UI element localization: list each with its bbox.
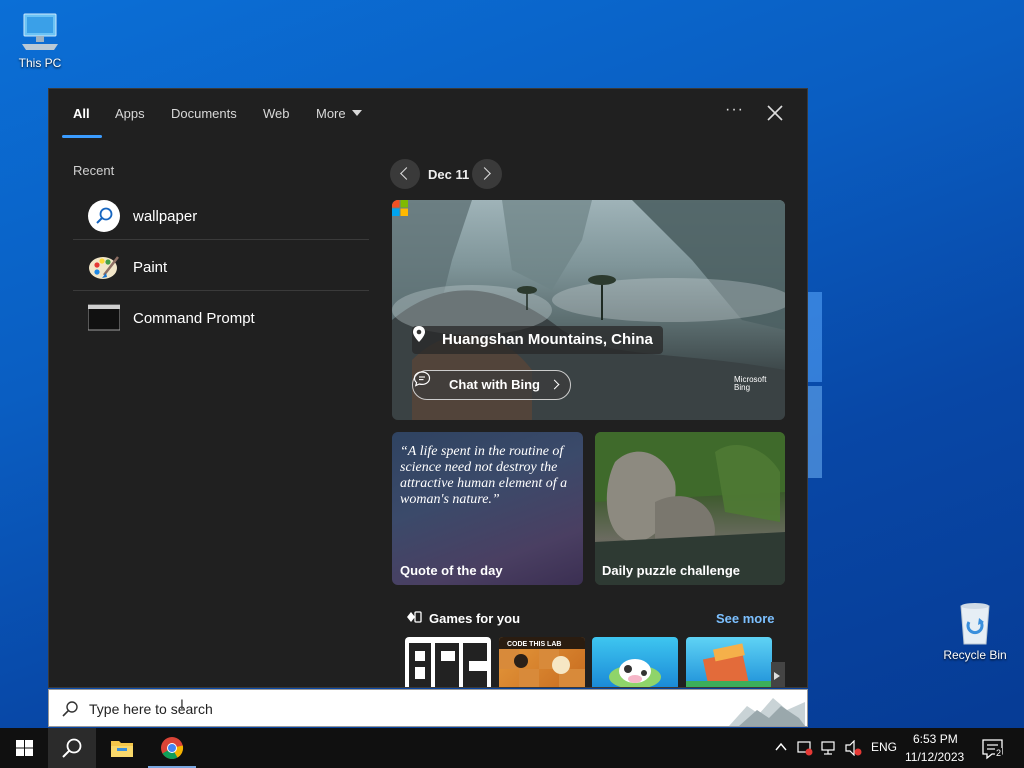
- chevron-down-icon: [351, 110, 362, 116]
- network-icon[interactable]: [821, 740, 839, 756]
- taskbar-search-input[interactable]: Type here to search I: [48, 689, 808, 727]
- recent-item-command-prompt[interactable]: Command Prompt: [73, 292, 369, 342]
- hero-image-card[interactable]: Huangshan Mountains, China Chat with Bin…: [392, 200, 785, 420]
- search-icon: [62, 701, 78, 717]
- game-tile[interactable]: [592, 637, 678, 687]
- command-prompt-icon: [88, 304, 120, 331]
- puzzle-card-label: Daily puzzle challenge: [602, 563, 740, 578]
- recent-heading: Recent: [73, 163, 115, 178]
- tab-web[interactable]: Web: [263, 106, 290, 121]
- game-tile[interactable]: [686, 637, 772, 687]
- start-button[interactable]: [0, 728, 48, 768]
- search-highlight-image: [729, 698, 805, 726]
- quote-of-the-day-card[interactable]: “A life spent in the routine of science …: [392, 432, 583, 585]
- search-icon: [62, 738, 82, 758]
- building-game-thumbnail: [686, 643, 772, 687]
- chevron-right-icon: [774, 672, 780, 680]
- location-pin-icon: [413, 326, 425, 342]
- desktop-icon-recycle-bin[interactable]: Recycle Bin: [937, 600, 1013, 662]
- tab-documents[interactable]: Documents: [171, 106, 237, 121]
- tab-more[interactable]: More: [316, 106, 362, 121]
- folder-icon: [111, 741, 133, 757]
- chevron-left-icon: [400, 167, 413, 180]
- desktop-light-beam: [808, 386, 822, 478]
- taskbar-chrome[interactable]: [148, 728, 196, 768]
- game-thumbnail: [409, 643, 489, 687]
- daily-puzzle-card[interactable]: Daily puzzle challenge: [595, 432, 785, 585]
- recycle-bin-label: Recycle Bin: [943, 648, 1007, 662]
- text-cursor-icon: I: [180, 696, 184, 712]
- recycle-bin-icon: [960, 603, 990, 645]
- search-panel: All Apps Documents Web More ··· Recent w…: [48, 88, 808, 688]
- tab-apps[interactable]: Apps: [115, 106, 145, 121]
- quote-card-label: Quote of the day: [400, 563, 503, 578]
- taskbar: ENG 6:53 PM 11/12/2023 2: [0, 728, 1024, 768]
- taskbar-search-button[interactable]: [48, 728, 96, 768]
- chrome-icon: [161, 737, 184, 759]
- microsoft-logo-icon: [392, 200, 408, 216]
- search-placeholder: Type here to search: [89, 701, 213, 717]
- notification-count-badge: 2: [995, 748, 1003, 758]
- brand-line: Bing: [734, 383, 751, 392]
- this-pc-icon: [22, 13, 58, 50]
- recent-item-wallpaper[interactable]: wallpaper: [73, 190, 369, 240]
- clock-date[interactable]: 11/12/2023: [905, 750, 964, 764]
- security-alert-icon[interactable]: [797, 740, 813, 756]
- close-icon[interactable]: [765, 103, 785, 123]
- chevron-right-icon: [478, 167, 491, 180]
- clock-time[interactable]: 6:53 PM: [913, 732, 958, 746]
- show-hidden-icons-chevron-up-icon[interactable]: [775, 742, 787, 752]
- location-label[interactable]: Huangshan Mountains, China: [412, 326, 663, 354]
- cow-game-thumbnail: [609, 659, 661, 687]
- taskbar-file-explorer[interactable]: [98, 728, 146, 768]
- more-options-icon[interactable]: ···: [725, 101, 744, 119]
- desktop-light-beam: [808, 292, 822, 382]
- recent-item-paint[interactable]: Paint: [73, 241, 369, 291]
- games-for-you-heading: Games for you: [429, 611, 521, 626]
- games-icon: [407, 611, 422, 623]
- language-indicator[interactable]: ENG: [871, 740, 897, 754]
- chess-game-thumbnail: CODE THIS LAB: [499, 637, 585, 687]
- location-text: Huangshan Mountains, China: [442, 331, 653, 348]
- quote-text: “A life spent in the routine of science …: [400, 444, 568, 507]
- recent-item-label: wallpaper: [133, 208, 198, 225]
- recent-item-label: Paint: [133, 259, 168, 276]
- games-scroll-right-button[interactable]: [771, 662, 785, 687]
- windows-logo-icon: [16, 740, 33, 756]
- microsoft-bing-brand: Microsoft Bing: [734, 376, 766, 392]
- this-pc-label: This PC: [18, 56, 62, 70]
- active-tab-indicator: [62, 135, 102, 138]
- recent-item-label: Command Prompt: [133, 310, 255, 327]
- game-tile[interactable]: CODE THIS LAB: [499, 637, 585, 687]
- search-tabs: All Apps Documents Web More ···: [49, 89, 807, 139]
- paint-icon: [89, 256, 119, 279]
- search-icon: [88, 200, 120, 232]
- chat-with-bing-label: Chat with Bing: [449, 377, 540, 392]
- chevron-right-icon: [549, 379, 560, 390]
- volume-muted-icon[interactable]: [845, 740, 863, 756]
- game-tile[interactable]: [405, 637, 491, 687]
- desktop-icon-this-pc[interactable]: This PC: [2, 10, 78, 70]
- see-more-link[interactable]: See more: [716, 611, 775, 626]
- chat-bubble-icon: [413, 371, 431, 387]
- tab-all[interactable]: All: [73, 106, 90, 121]
- highlight-date: Dec 11: [428, 167, 470, 182]
- chat-with-bing-button[interactable]: Chat with Bing: [412, 370, 571, 400]
- previous-day-button[interactable]: [390, 159, 420, 189]
- next-day-button[interactable]: [472, 159, 502, 189]
- game-brand-text: CODE THIS LAB: [507, 641, 561, 648]
- notification-center-icon[interactable]: [980, 736, 1006, 762]
- tab-more-label: More: [316, 106, 346, 121]
